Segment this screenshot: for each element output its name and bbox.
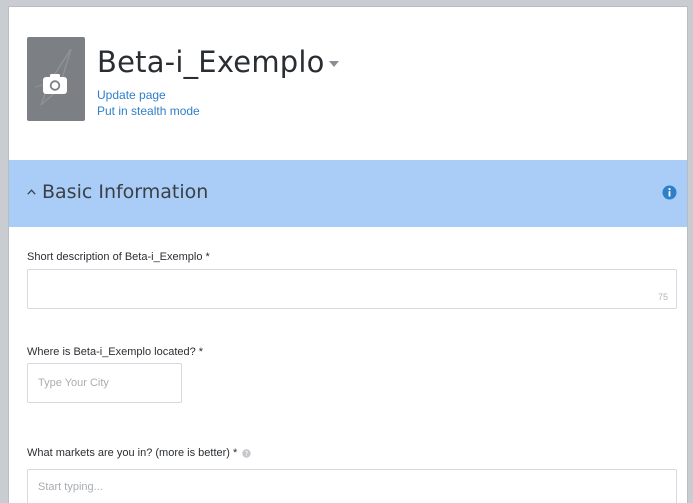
city-placeholder: Type Your City [38, 377, 109, 389]
markets-label: What markets are you in? (more is better… [27, 447, 238, 459]
caret-down-icon[interactable] [328, 61, 339, 67]
description-label: Short description of Beta-i_Exemplo * [27, 251, 210, 263]
svg-text:?: ? [245, 450, 249, 458]
markets-input[interactable]: Start typing... [27, 469, 677, 503]
markets-label-row: What markets are you in? (more is better… [27, 447, 251, 459]
help-icon[interactable]: ? [242, 448, 251, 458]
section-title: Basic Information [42, 181, 209, 203]
company-header: Beta-i_Exemplo Update page Put in stealt… [27, 37, 667, 137]
markets-placeholder: Start typing... [38, 481, 103, 493]
page-frame: Beta-i_Exemplo Update page Put in stealt… [8, 6, 688, 503]
camera-icon [43, 74, 67, 94]
basic-information-section-header[interactable]: Basic Information [9, 160, 687, 227]
title-row: Beta-i_Exemplo [97, 45, 339, 79]
description-field[interactable]: 75 [27, 269, 677, 309]
character-counter: 75 [657, 292, 668, 302]
company-avatar[interactable] [27, 37, 85, 121]
city-input[interactable]: Type Your City [27, 363, 182, 403]
page-title: Beta-i_Exemplo [97, 45, 325, 79]
stealth-mode-link[interactable]: Put in stealth mode [97, 104, 200, 118]
section-title-row: Basic Information [27, 181, 208, 203]
info-icon[interactable] [662, 185, 677, 200]
chevron-up-icon [27, 189, 36, 195]
location-label: Where is Beta-i_Exemplo located? * [27, 346, 204, 358]
update-page-link[interactable]: Update page [97, 88, 166, 102]
